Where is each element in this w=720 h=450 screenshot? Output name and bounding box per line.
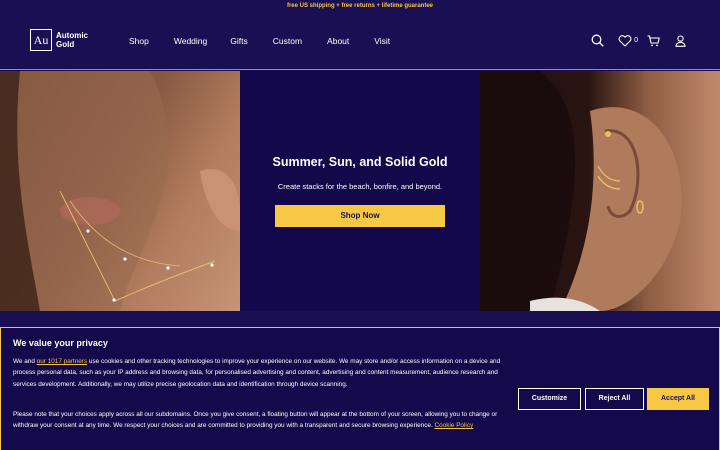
cookie-notice-text: Please note that your choices apply acro… <box>13 411 498 430</box>
hero-title: Summer, Sun, and Solid Gold <box>272 155 448 169</box>
logo-mark: Au <box>30 29 52 51</box>
hero-banner: Summer, Sun, and Solid Gold Create stack… <box>0 71 720 311</box>
nav-item-about[interactable]: About <box>327 36 349 46</box>
logo-wordmark: Automic Gold <box>56 31 88 49</box>
hero-image-ear-model <box>480 71 720 311</box>
main-nav: Shop Wedding Gifts Custom About Visit <box>129 36 415 46</box>
hero-subtitle: Create stacks for the beach, bonfire, an… <box>277 182 443 191</box>
logo-line-1: Automic <box>56 31 88 40</box>
customize-button[interactable]: Customize <box>518 388 581 410</box>
cart-button[interactable] <box>647 34 660 47</box>
earring-photo-illustration <box>480 71 682 311</box>
user-icon <box>675 34 686 47</box>
nav-item-visit[interactable]: Visit <box>374 36 390 46</box>
logo-line-2: Gold <box>56 40 75 49</box>
wishlist-count: 0 <box>634 37 638 44</box>
cookie-policy-link[interactable]: Cookie Policy <box>435 422 474 429</box>
nav-item-gifts[interactable]: Gifts <box>230 36 247 46</box>
hero-content: Summer, Sun, and Solid Gold Create stack… <box>240 71 480 311</box>
nav-item-custom[interactable]: Custom <box>273 36 302 46</box>
site-header: Au Automic Gold Shop Wedding Gifts Custo… <box>0 12 720 70</box>
hero-image-necklace-model <box>0 71 240 311</box>
wishlist-button[interactable]: 0 <box>618 34 638 47</box>
search-button[interactable] <box>591 34 604 47</box>
header-actions: 0 <box>591 34 686 47</box>
heart-icon <box>618 34 632 47</box>
partners-link[interactable]: our 1017 partners <box>37 358 87 365</box>
account-button[interactable] <box>675 34 686 47</box>
reject-all-button[interactable]: Reject All <box>585 388 644 410</box>
promo-bar: free US shipping + free returns + lifeti… <box>0 0 720 12</box>
accept-all-button[interactable]: Accept All <box>647 388 709 410</box>
nav-item-wedding[interactable]: Wedding <box>174 36 207 46</box>
cookie-text-body: use cookies and other tracking technolog… <box>13 358 501 388</box>
cart-icon <box>647 34 660 46</box>
cookie-consent-banner: We value your privacy We and our 1017 pa… <box>0 327 720 450</box>
nav-item-shop[interactable]: Shop <box>129 36 149 46</box>
cookie-description: We and our 1017 partners use cookies and… <box>13 356 511 390</box>
cookie-text-prefix: We and <box>13 358 37 365</box>
shop-now-button[interactable]: Shop Now <box>275 205 445 227</box>
search-icon <box>591 34 604 47</box>
necklace-photo-illustration <box>0 71 240 311</box>
site-logo[interactable]: Au Automic Gold <box>30 29 88 51</box>
cookie-subdomain-notice: Please note that your choices apply acro… <box>13 409 511 432</box>
cookie-title: We value your privacy <box>13 338 108 348</box>
